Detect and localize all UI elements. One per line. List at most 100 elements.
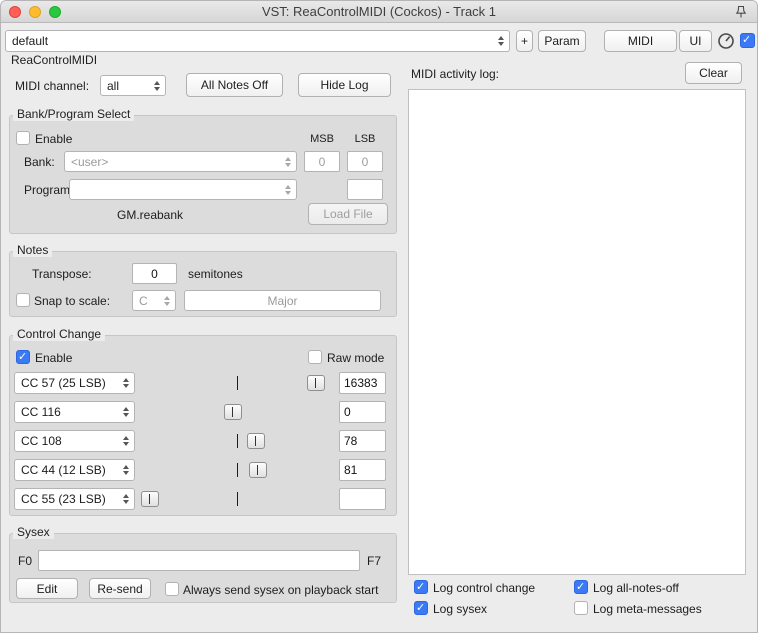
msb-header: MSB [310,133,334,145]
hide-log-button[interactable]: Hide Log [298,73,391,97]
slider-center-tick [236,434,238,448]
all-notes-off-button[interactable]: All Notes Off [186,73,283,97]
cc-slider[interactable] [140,401,333,423]
combo-arrows-icon [162,291,171,310]
cc-select-combo[interactable]: CC 55 (23 LSB) [14,488,135,510]
midi-channel-combo[interactable]: all [100,75,166,96]
cc-slider[interactable] [140,488,333,510]
wet-dry-knob[interactable] [717,32,735,50]
semitones-label: semitones [188,267,243,281]
sysex-group: Sysex F0 F7 Edit Re-send Always send sys… [9,525,397,603]
cc-select-value: CC 57 (25 LSB) [21,376,106,390]
bank-value: <user> [71,154,109,169]
lsb-header: LSB [354,133,376,145]
log-content [409,90,745,98]
cc-select-value: CC 44 (12 LSB) [21,463,106,477]
cc-value-field[interactable] [339,459,386,481]
ui-button[interactable]: UI [679,30,712,52]
midi-activity-log-area [408,89,746,575]
bank-combo: <user> [64,151,297,172]
scale-root-value: C [139,293,148,308]
close-button[interactable] [9,6,21,18]
midi-channel-label: MIDI channel: [15,79,90,93]
plugin-name-label: ReaControlMIDI [11,53,98,67]
raw-mode-checkbox[interactable] [308,350,322,364]
zoom-button[interactable] [49,6,61,18]
sysex-resend-button[interactable]: Re-send [89,578,151,599]
sysex-f0-label: F0 [18,554,33,568]
cc-select-value: CC 55 (23 LSB) [21,492,106,506]
midi-channel-value: all [107,78,120,93]
always-send-sysex-label: Always send sysex on playback start [183,583,379,597]
combo-arrows-icon [121,460,130,480]
titlebar: VST: ReaControlMIDI (Cockos) - Track 1 [1,1,757,23]
cc-select-combo[interactable]: CC 108 [14,430,135,452]
cc-enable-label: Enable [35,351,73,365]
scale-name-combo: Major [184,290,381,311]
bank-program-group-label: Bank/Program Select [13,107,135,121]
cc-value-field[interactable] [339,401,386,423]
bank-file-label: GM.reabank [117,208,184,222]
cc-value-field[interactable] [339,372,386,394]
combo-arrows-icon [283,152,292,171]
bank-lsb-field [347,151,383,172]
control-change-group: Control Change Enable Raw mode CC 57 (25… [9,327,397,516]
window-title: VST: ReaControlMIDI (Cockos) - Track 1 [261,4,497,19]
cc-value-field[interactable] [339,430,386,452]
bank-msb-field [304,151,340,172]
slider-center-tick [236,463,238,477]
cc-value-field[interactable] [339,488,386,510]
scale-root-combo: C [132,290,176,311]
notes-group-label: Notes [13,243,53,257]
scale-name-value: Major [267,293,298,308]
notes-group: Notes Transpose: semitones Snap to scale… [9,243,397,317]
slider-thumb[interactable] [248,462,267,478]
minimize-button[interactable] [29,6,41,18]
log-all-notes-off-label: Log all-notes-off [593,581,679,595]
cc-select-combo[interactable]: CC 44 (12 LSB) [14,459,135,481]
param-button[interactable]: Param [538,30,586,52]
always-send-sysex-checkbox[interactable] [165,582,179,596]
slider-center-tick [236,492,238,506]
log-meta-messages-checkbox[interactable] [574,601,588,615]
transpose-field[interactable] [132,263,177,284]
log-control-change-label: Log control change [433,581,536,595]
midi-button[interactable]: MIDI [604,30,677,52]
snap-to-scale-checkbox[interactable] [16,293,30,307]
traffic-lights [9,6,61,18]
cc-select-value: CC 116 [21,405,61,419]
program-label: Program: [24,183,74,197]
add-preset-button[interactable]: + [516,30,533,52]
slider-thumb[interactable] [140,491,159,507]
bank-program-group: Bank/Program Select Enable MSB LSB Bank:… [9,107,397,234]
sysex-message-field[interactable] [38,550,360,571]
slider-thumb[interactable] [223,404,242,420]
sysex-f7-label: F7 [367,554,382,568]
log-control-change-checkbox[interactable] [414,580,428,594]
bank-program-enable-label: Enable [35,132,73,146]
sysex-edit-button[interactable]: Edit [16,578,78,599]
cc-slider[interactable] [140,372,333,394]
log-all-notes-off-checkbox[interactable] [574,580,588,594]
slider-thumb[interactable] [306,375,325,391]
log-sysex-label: Log sysex [433,602,488,616]
fx-enabled-checkbox[interactable] [740,33,755,48]
bank-program-enable-checkbox[interactable] [16,131,30,145]
combo-arrows-icon [152,76,161,95]
slider-center-tick [236,376,238,390]
preset-value: default [12,34,49,48]
cc-slider[interactable] [140,430,333,452]
combo-arrows-icon [121,431,130,451]
cc-select-combo[interactable]: CC 116 [14,401,135,423]
preset-combo[interactable]: default [5,30,510,52]
combo-arrows-icon [496,31,505,51]
load-file-button: Load File [308,203,388,225]
cc-enable-checkbox[interactable] [16,350,30,364]
transpose-label: Transpose: [32,267,92,281]
slider-thumb[interactable] [246,433,265,449]
cc-slider[interactable] [140,459,333,481]
cc-select-combo[interactable]: CC 57 (25 LSB) [14,372,135,394]
pin-icon[interactable] [734,5,748,19]
log-sysex-checkbox[interactable] [414,601,428,615]
clear-log-button[interactable]: Clear [685,62,742,84]
